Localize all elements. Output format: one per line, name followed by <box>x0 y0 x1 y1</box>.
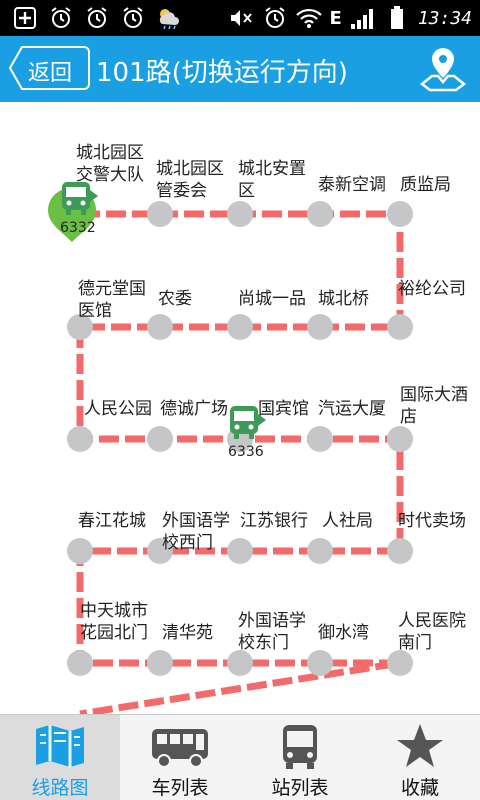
stop-label[interactable]: 外国语学 校西门 <box>162 510 230 554</box>
bus-side-icon <box>152 729 208 768</box>
bus-front-icon <box>283 725 317 769</box>
weather-icon <box>156 6 182 30</box>
map-icon <box>36 725 84 767</box>
stop-dot[interactable] <box>307 426 333 452</box>
stop-label[interactable]: 裕纶公司 <box>398 278 466 300</box>
stop-label[interactable]: 农委 <box>158 288 192 310</box>
tab-favorites[interactable]: 收藏 <box>360 715 480 800</box>
bottom-tab-bar: 线路图 车列表 站列表 收藏 <box>0 714 480 800</box>
stop-label[interactable]: 人社局 <box>322 510 373 532</box>
stop-label[interactable]: 春江花城 <box>78 510 146 532</box>
add-notification-icon <box>12 6 38 30</box>
mute-icon <box>228 6 254 30</box>
stop-dot[interactable] <box>307 314 333 340</box>
tab-label: 线路图 <box>31 777 89 799</box>
alarm-icon-2 <box>84 6 110 30</box>
stop-dot[interactable] <box>147 314 173 340</box>
back-button[interactable]: 返回 <box>8 45 90 91</box>
alarm-status-icon <box>262 6 288 30</box>
alarm-icon-3 <box>120 6 146 30</box>
stop-dot[interactable] <box>227 538 253 564</box>
alarm-icon <box>48 6 74 30</box>
back-label: 返回 <box>28 61 73 86</box>
stop-label[interactable]: 人民公园 <box>84 398 152 420</box>
clock: 13:34 <box>417 7 472 29</box>
map-location-icon <box>419 48 467 92</box>
stop-dot[interactable] <box>147 650 173 676</box>
stop-dot[interactable] <box>307 538 333 564</box>
tab-label: 站列表 <box>271 777 329 799</box>
stop-dot[interactable] <box>67 538 93 564</box>
stop-dot[interactable] <box>307 201 333 227</box>
stop-label[interactable]: 城北园区 管委会 <box>156 158 224 202</box>
tab-line-map[interactable]: 线路图 <box>0 715 120 800</box>
network-type: E <box>329 7 342 29</box>
stop-label[interactable]: 城北桥 <box>318 288 369 310</box>
bus-icon <box>230 406 266 439</box>
app-header: 返回 101路(切换运行方向) <box>0 36 480 102</box>
stop-dot[interactable] <box>227 314 253 340</box>
stop-dot[interactable] <box>147 426 173 452</box>
status-bar: E 13:34 <box>0 0 480 36</box>
stop-dot[interactable] <box>307 650 333 676</box>
stop-label[interactable]: 御水湾 <box>318 622 369 644</box>
stop-label[interactable]: 外国语学 校东门 <box>238 610 306 654</box>
stop-label[interactable]: 质监局 <box>400 174 451 196</box>
stop-label[interactable]: 清华苑 <box>162 622 213 644</box>
stop-label[interactable]: 泰新空调 <box>318 174 386 196</box>
tab-stop-list[interactable]: 站列表 <box>240 715 360 800</box>
stop-label[interactable]: 国际大酒 店 <box>400 384 468 428</box>
stop-label[interactable]: 德元堂国 医馆 <box>78 278 146 322</box>
stop-label[interactable]: 江苏银行 <box>240 510 308 532</box>
route-map[interactable]: 城北园区 交警大队 城北园区 管委会 城北安置 区泰新空调 质监局 德元堂国 医馆 农委尚… <box>0 102 480 714</box>
tab-label: 车列表 <box>151 777 209 799</box>
stop-dot[interactable] <box>387 426 413 452</box>
bus-number: 6336 <box>228 444 264 460</box>
stop-label[interactable]: 人民医院 南门 <box>398 610 466 654</box>
stop-label[interactable]: 中天城市 花园北门 <box>80 600 148 644</box>
stop-dot[interactable] <box>387 314 413 340</box>
stop-label[interactable]: 尚城一品 <box>238 288 306 310</box>
bus-number: 6332 <box>60 220 96 236</box>
bus-icon <box>62 182 98 215</box>
page-title: 101路(切换运行方向) <box>96 58 348 88</box>
wifi-icon <box>295 6 322 30</box>
stop-dot[interactable] <box>387 201 413 227</box>
tab-label: 收藏 <box>400 777 439 799</box>
stop-dot[interactable] <box>67 650 93 676</box>
map-location-button[interactable] <box>418 44 468 94</box>
stop-label[interactable]: 德诚广场 <box>160 398 228 420</box>
stop-label[interactable]: 城北安置 区 <box>238 158 306 202</box>
signal-icon <box>350 6 376 30</box>
stop-dot[interactable] <box>67 426 93 452</box>
stop-dot[interactable] <box>387 538 413 564</box>
stop-label[interactable]: 汽运大厦 <box>318 398 386 420</box>
stop-label[interactable]: 时代卖场 <box>398 510 466 532</box>
tab-bus-list[interactable]: 车列表 <box>120 715 240 800</box>
battery-icon <box>384 6 410 30</box>
stop-dot[interactable] <box>147 201 173 227</box>
star-icon <box>397 724 443 767</box>
stop-dot[interactable] <box>227 201 253 227</box>
